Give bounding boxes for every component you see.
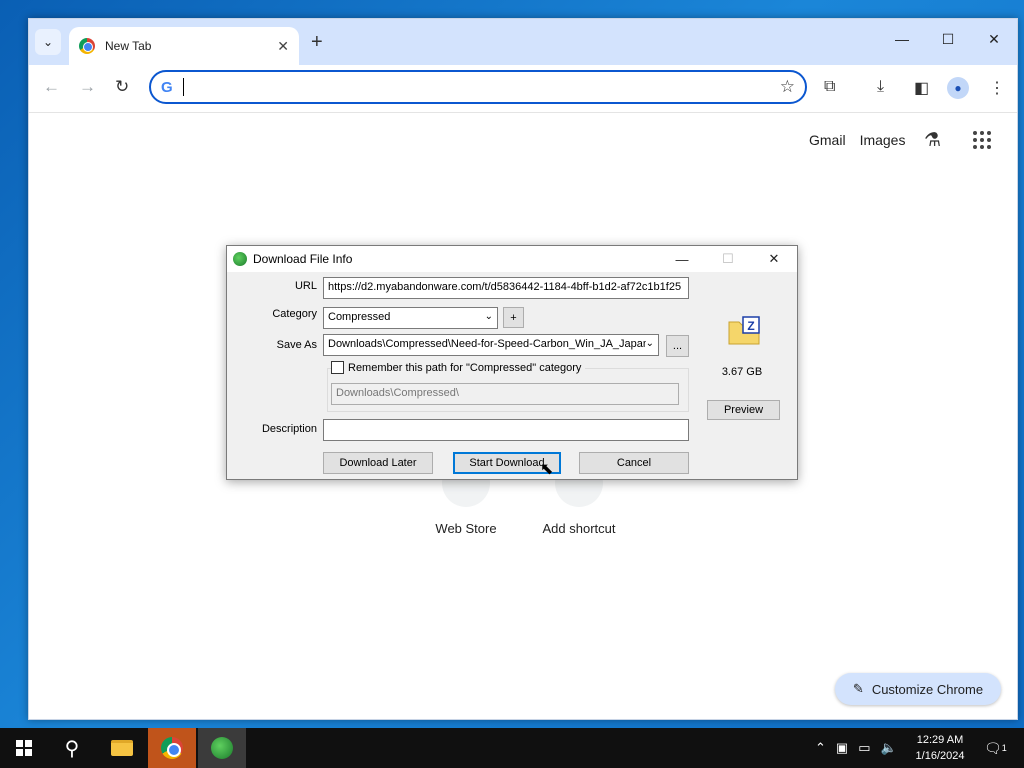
- google-apps-icon[interactable]: [973, 131, 991, 149]
- clock[interactable]: 12:29 AM 1/16/2024: [905, 732, 975, 764]
- gmail-link[interactable]: Gmail: [809, 132, 846, 148]
- omnibox[interactable]: G ☆: [149, 70, 807, 104]
- maximize-icon[interactable]: ☐: [925, 19, 971, 59]
- pencil-icon: ✎: [852, 681, 864, 696]
- cancel-button[interactable]: Cancel: [579, 452, 689, 474]
- chevron-down-icon: ⌄: [645, 338, 654, 349]
- shortcut-label: Add shortcut: [542, 521, 616, 536]
- clock-date: 1/16/2024: [915, 750, 965, 762]
- system-tray: ⌃ ▣ ▭ 🔈: [815, 728, 897, 768]
- profile-avatar-icon[interactable]: ●: [947, 77, 969, 99]
- chrome-icon: [161, 737, 183, 759]
- dialog-titlebar: Download File Info — ☐ ✕: [227, 246, 797, 272]
- dialog-close-icon[interactable]: ✕: [751, 246, 797, 272]
- customize-label: Customize Chrome: [871, 681, 984, 697]
- url-field[interactable]: https://d2.myabandonware.com/t/d5836442-…: [323, 277, 689, 299]
- notification-icon: 🗨: [984, 739, 1002, 756]
- side-panel-icon[interactable]: ◧: [914, 78, 929, 98]
- save-as-label: Save As: [276, 339, 317, 351]
- preview-button[interactable]: Preview: [707, 400, 780, 420]
- description-field[interactable]: [323, 419, 689, 441]
- chrome-taskbar-button[interactable]: [148, 728, 196, 768]
- remember-path-checkbox[interactable]: Remember this path for "Compressed" cate…: [331, 361, 586, 374]
- tab-new-tab[interactable]: New Tab ✕: [69, 27, 299, 65]
- reload-icon[interactable]: ↻: [115, 77, 129, 97]
- minimize-icon[interactable]: —: [879, 19, 925, 59]
- chevron-down-icon: ⌄: [484, 311, 493, 322]
- zip-file-icon: Z: [728, 316, 760, 345]
- idm-taskbar-button[interactable]: [198, 728, 246, 768]
- url-label: URL: [294, 280, 317, 292]
- shortcut-label: Web Store: [435, 521, 497, 536]
- address-input[interactable]: [185, 79, 780, 95]
- new-tab-button[interactable]: +: [311, 31, 323, 54]
- save-as-select[interactable]: Downloads\Compressed\Need-for-Speed-Carb…: [323, 334, 659, 356]
- svg-text:Z: Z: [747, 319, 754, 333]
- dialog-maximize-icon: ☐: [722, 251, 734, 266]
- file-explorer-button[interactable]: [98, 728, 146, 768]
- download-later-button[interactable]: Download Later: [323, 452, 433, 474]
- idm-icon: [211, 737, 233, 759]
- save-as-value: Downloads\Compressed\Need-for-Speed-Carb…: [328, 338, 650, 350]
- tab-strip: ⌄ New Tab ✕ + — ☐ ✕: [29, 19, 1017, 65]
- folder-icon: [111, 740, 133, 756]
- windows-logo-icon: [16, 740, 32, 756]
- category-label: Category: [272, 308, 317, 320]
- clock-time: 12:29 AM: [916, 734, 964, 746]
- customize-chrome-button[interactable]: ✎ Customize Chrome: [835, 673, 1001, 705]
- forward-arrow-icon[interactable]: →: [79, 77, 96, 97]
- description-label: Description: [261, 423, 317, 435]
- remember-path-label: Remember this path for "Compressed" cate…: [348, 361, 582, 374]
- extensions-icon[interactable]: ⧉: [824, 78, 835, 96]
- chrome-favicon-icon: [79, 38, 95, 54]
- idm-app-icon: [233, 252, 247, 266]
- start-button[interactable]: [0, 728, 48, 768]
- text-caret: [182, 78, 184, 96]
- tab-search-button[interactable]: ⌄: [35, 29, 61, 55]
- dialog-window-controls: — ☐ ✕: [659, 246, 797, 272]
- browser-toolbar: ← → ↻ G ☆ ⧉ ⤓ ◧ ● ⋮: [29, 65, 1017, 113]
- remember-path-field: Downloads\Compressed\: [331, 383, 679, 405]
- google-g-icon: G: [161, 78, 173, 96]
- category-select[interactable]: Compressed ⌄: [323, 307, 498, 329]
- file-size: 3.67 GB: [721, 366, 763, 378]
- menu-kebab-icon[interactable]: ⋮: [989, 78, 1005, 98]
- taskbar: ⚲ ⌃ ▣ ▭ 🔈 12:29 AM 1/16/2024 🗨 1: [0, 728, 1024, 768]
- download-file-info-dialog: Download File Info — ☐ ✕ URL https://d2.…: [226, 245, 798, 480]
- search-icon[interactable]: ⚲: [48, 728, 96, 768]
- download-icon[interactable]: ⤓: [877, 78, 884, 96]
- images-link[interactable]: Images: [860, 132, 906, 148]
- window-controls: — ☐ ✕: [879, 19, 1017, 59]
- checkbox-box[interactable]: [331, 361, 344, 374]
- network-icon[interactable]: ▣: [836, 740, 848, 756]
- notification-button[interactable]: 🗨 1: [984, 728, 1007, 768]
- bookmark-star-icon[interactable]: ☆: [780, 77, 795, 97]
- mouse-cursor-icon: ⬉: [540, 461, 554, 478]
- chevron-up-icon[interactable]: ⌃: [815, 740, 826, 756]
- notification-count: 1: [1001, 743, 1007, 753]
- volume-muted-icon[interactable]: 🔈: [881, 740, 897, 756]
- tab-title: New Tab: [105, 39, 152, 53]
- ntp-header-links: Gmail Images: [809, 132, 905, 148]
- add-category-button[interactable]: +: [503, 307, 524, 328]
- category-value: Compressed: [328, 311, 391, 323]
- labs-flask-icon[interactable]: ⚗: [924, 129, 941, 152]
- close-icon[interactable]: ✕: [971, 19, 1017, 59]
- browse-button[interactable]: ...: [666, 335, 689, 357]
- display-icon[interactable]: ▭: [858, 740, 870, 756]
- dialog-title: Download File Info: [253, 252, 353, 266]
- back-arrow-icon[interactable]: ←: [43, 77, 60, 97]
- dialog-minimize-icon[interactable]: —: [659, 246, 705, 272]
- tab-close-icon[interactable]: ✕: [277, 38, 289, 55]
